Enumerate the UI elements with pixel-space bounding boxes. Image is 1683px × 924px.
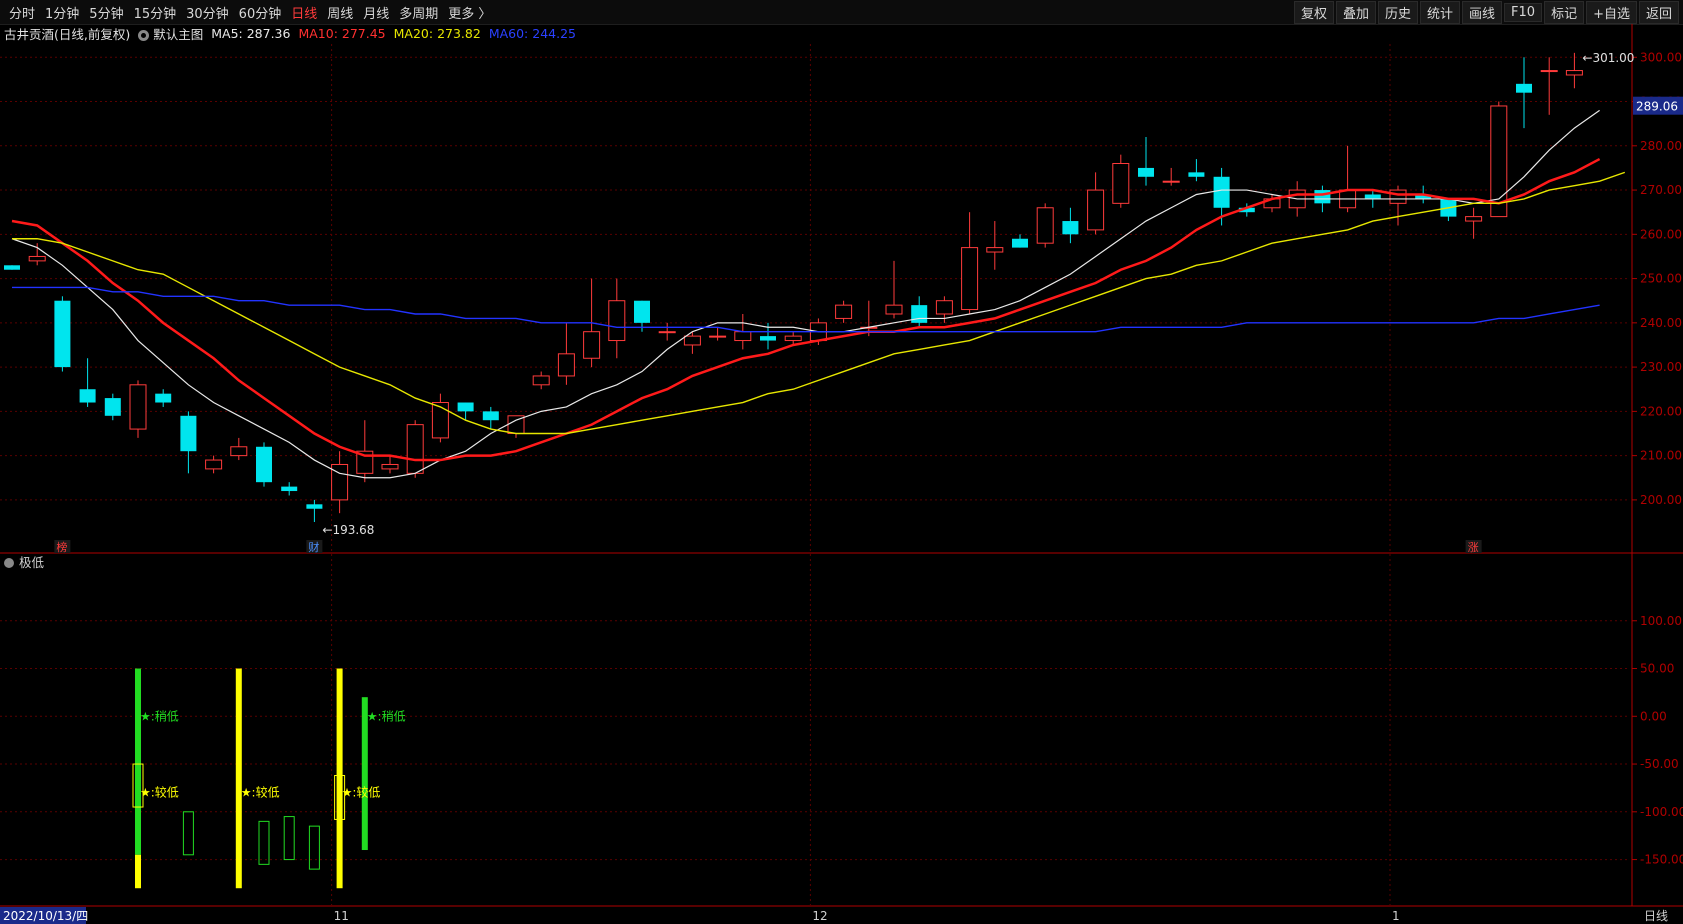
candle-down bbox=[1213, 176, 1230, 208]
y-tick-label-main: 250.00 bbox=[1640, 272, 1682, 286]
candle-up bbox=[986, 247, 1004, 253]
candle-up bbox=[557, 353, 575, 377]
candle-down bbox=[1314, 190, 1331, 204]
indicator-bar-hollow bbox=[182, 811, 194, 856]
candle-down bbox=[911, 305, 928, 323]
y-tick-label-main: 260.00 bbox=[1640, 227, 1682, 241]
y-tick-label-main: 220.00 bbox=[1640, 404, 1682, 418]
y-tick-label-main: 200.00 bbox=[1640, 493, 1682, 507]
candle-up bbox=[431, 402, 449, 439]
candle-up bbox=[608, 300, 626, 342]
candle-down bbox=[1138, 167, 1154, 177]
candle-down bbox=[180, 415, 197, 452]
candle-up bbox=[683, 335, 701, 346]
candle-up bbox=[381, 463, 399, 470]
candle-down bbox=[1012, 238, 1028, 248]
stock-chart[interactable]: 200.00 210.00 220.00 230.00 240.00 250.00 260.… bbox=[0, 0, 1683, 924]
candle-down bbox=[104, 398, 121, 416]
current-price-value: 289.06 bbox=[1636, 100, 1678, 114]
candle-up bbox=[583, 331, 601, 359]
candle-up bbox=[784, 335, 802, 342]
candle-down bbox=[1062, 221, 1079, 235]
candle-up bbox=[28, 255, 46, 262]
candle-down bbox=[256, 446, 272, 483]
candle-down bbox=[1188, 172, 1205, 177]
candle-down bbox=[457, 402, 474, 412]
ma-line-ma10 bbox=[11, 157, 1601, 462]
candle-up bbox=[1087, 189, 1105, 231]
candle-up bbox=[1540, 70, 1558, 73]
candle-down bbox=[306, 504, 323, 509]
y-tick-label-main: 210.00 bbox=[1640, 449, 1682, 463]
candle-down bbox=[1364, 194, 1381, 199]
y-tick-label-sub: 100.00 bbox=[1640, 614, 1682, 628]
y-tick-label-sub: 50.00 bbox=[1640, 662, 1674, 676]
y-tick-label-main: 230.00 bbox=[1640, 360, 1682, 374]
event-marker-zhang: 涨 bbox=[1468, 541, 1479, 554]
y-tick-label-main: 280.00 bbox=[1640, 139, 1682, 153]
x-tick-label: 11 bbox=[334, 909, 349, 923]
ma-line-ma20 bbox=[12, 171, 1626, 435]
indicator-bar-hollow bbox=[258, 820, 270, 865]
candle-up bbox=[205, 459, 223, 470]
candle-down bbox=[760, 336, 776, 341]
ma-line-ma5 bbox=[11, 109, 1600, 479]
indicator-bar-solid bbox=[135, 668, 141, 855]
event-marker-bang: 榜 bbox=[56, 540, 67, 554]
indicator-bar-solid bbox=[336, 668, 343, 889]
candle-up bbox=[961, 247, 979, 311]
indicator-annotation: ★:较低 bbox=[342, 785, 381, 800]
candle-up bbox=[1036, 207, 1054, 244]
x-tick-label: 12 bbox=[812, 909, 827, 923]
y-tick-label-main: 240.00 bbox=[1640, 316, 1682, 330]
candle-down bbox=[1516, 83, 1532, 93]
candle-down bbox=[482, 411, 499, 421]
candle-up bbox=[835, 304, 853, 319]
y-tick-label-sub: -50.00 bbox=[1640, 757, 1679, 771]
candle-down bbox=[4, 265, 20, 270]
candle-up bbox=[532, 375, 550, 386]
x-tick-label: 1 bbox=[1392, 909, 1400, 923]
x-tick-label: 2022/10/13/四 bbox=[3, 909, 88, 923]
y-tick-label-main: 270.00 bbox=[1640, 183, 1682, 197]
candle-up bbox=[935, 300, 953, 315]
candle-up bbox=[230, 446, 248, 457]
candle-up bbox=[885, 304, 903, 315]
indicator-annotation: ★:稍低 bbox=[367, 709, 406, 723]
indicator-annotation: ★:较低 bbox=[140, 785, 179, 800]
indicator-annotation: ★:较低 bbox=[241, 785, 280, 800]
candle-up bbox=[734, 331, 752, 342]
candle-down bbox=[54, 300, 71, 368]
high-price-label: ←301.00 bbox=[1582, 51, 1634, 65]
low-price-label: ←193.68 bbox=[322, 523, 374, 537]
y-tick-label-main: 300.00 bbox=[1640, 50, 1682, 64]
y-tick-label-sub: 0.00 bbox=[1640, 709, 1667, 723]
candle-down bbox=[281, 486, 298, 492]
candle-up bbox=[709, 335, 727, 338]
chevron-down-icon bbox=[4, 558, 14, 568]
y-tick-label-sub: -150.00 bbox=[1640, 853, 1683, 867]
event-marker-cai: 财 bbox=[308, 540, 319, 554]
candle-down bbox=[155, 393, 172, 403]
indicator-annotation: ★:稍低 bbox=[140, 709, 179, 723]
candle-up bbox=[406, 424, 424, 474]
candle-down bbox=[79, 389, 96, 403]
candle-up bbox=[129, 384, 147, 430]
candle-up bbox=[1112, 163, 1130, 204]
candle-up bbox=[1565, 70, 1583, 76]
candle-up bbox=[658, 331, 676, 334]
candle-up bbox=[1162, 180, 1180, 183]
period-label: 日线 bbox=[1644, 909, 1668, 923]
candle-up bbox=[1465, 216, 1483, 222]
indicator-bar-solid bbox=[235, 668, 242, 889]
indicator-label: 极低 bbox=[19, 555, 45, 570]
ma-line-ma60 bbox=[12, 286, 1600, 333]
y-tick-label-sub: -100.00 bbox=[1640, 805, 1683, 819]
indicator-bar-hollow bbox=[283, 816, 295, 861]
indicator-bar-solid bbox=[135, 854, 141, 889]
candle-down bbox=[634, 300, 650, 323]
indicator-bar-hollow bbox=[308, 825, 320, 870]
candle-up bbox=[1389, 189, 1407, 204]
